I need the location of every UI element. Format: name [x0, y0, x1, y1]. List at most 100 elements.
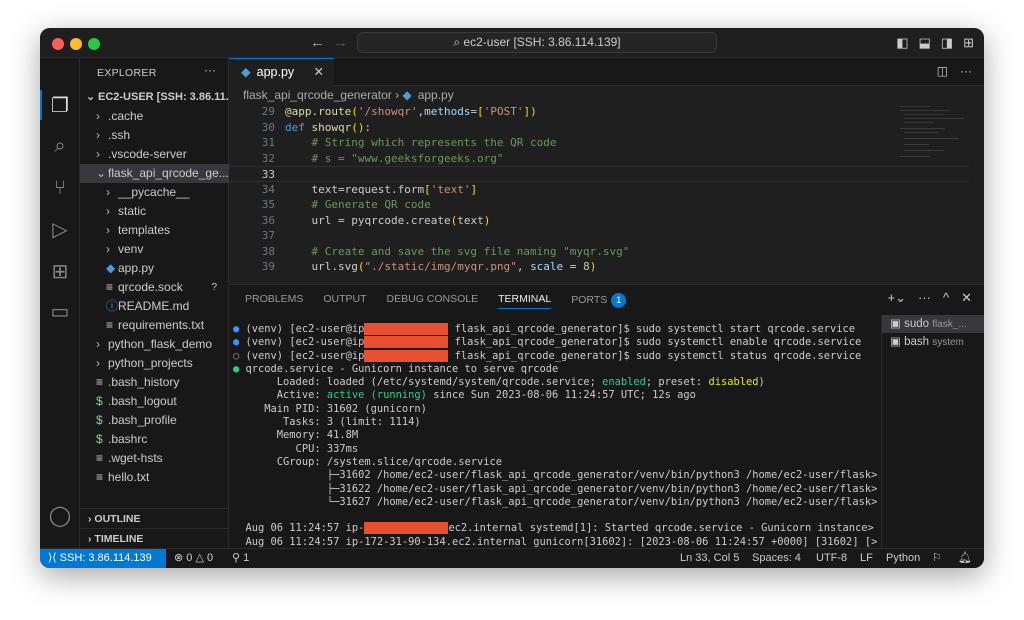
language-mode[interactable]: Python: [886, 549, 920, 568]
run-debug-icon[interactable]: ▷: [48, 218, 72, 242]
code-token: # String which represents the QR code: [285, 136, 557, 149]
tab-problems[interactable]: PROBLEMS: [245, 293, 303, 309]
code-line[interactable]: 36 url = pyqrcode.create(text): [229, 213, 969, 229]
more-actions-icon[interactable]: ···: [204, 63, 216, 77]
tab-app-py[interactable]: ◆ app.py ✕: [229, 58, 334, 86]
code-token: # Generate QR code: [285, 198, 431, 211]
problems-indicator[interactable]: ⊗ 0 △ 0: [174, 549, 213, 568]
terminal-text: ├─31602 /home/ec2-user/flask_api_qrcode_…: [245, 469, 878, 482]
new-terminal-icon[interactable]: +⌄: [888, 290, 906, 306]
cursor-position[interactable]: Ln 33, Col 5: [680, 549, 739, 568]
terminal-text: (venv) [ec2-user@ip: [245, 349, 365, 362]
tree-item[interactable]: › python_projects: [80, 354, 229, 373]
split-editor-icon[interactable]: ◫: [937, 64, 948, 78]
line-content: # s = "www.geeksforgeeks.org": [285, 151, 503, 167]
close-tab-icon[interactable]: ✕: [314, 59, 324, 86]
tree-item-label: venv: [118, 242, 144, 256]
tree-item[interactable]: › .ssh: [80, 126, 229, 145]
terminal-line: Main PID: 31602 (gunicorn): [233, 403, 879, 416]
ports-indicator[interactable]: ⚲ 1: [232, 549, 249, 568]
tree-item[interactable]: $ .bash_profile: [80, 411, 229, 430]
code-line[interactable]: 29 @app.route('/showqr',methods=['POST']): [229, 104, 969, 120]
more-actions-icon[interactable]: ···: [960, 64, 972, 78]
tree-item[interactable]: ≡ hello.txt: [80, 468, 229, 487]
code-line[interactable]: 37: [229, 228, 969, 244]
code-token: ]): [523, 105, 537, 118]
breadcrumb-file[interactable]: app.py: [418, 88, 454, 102]
tree-item[interactable]: ≡ qrcode.sock?: [80, 278, 229, 297]
command-center-search[interactable]: ⌕ ec2-user [SSH: 3.86.114.139]: [357, 32, 717, 53]
chevron-right-icon: ›: [106, 185, 110, 199]
remote-indicator[interactable]: ⟩⟨ SSH: 3.86.114.139: [40, 549, 166, 568]
source-control-icon[interactable]: ⑂: [48, 176, 72, 200]
code-editor[interactable]: 29 @app.route('/showqr',methods=['POST'])…: [229, 104, 969, 275]
tree-item[interactable]: ≡ requirements.txt: [80, 316, 229, 335]
command-status-dot: ●: [233, 323, 240, 335]
code-line[interactable]: 32 # s = "www.geeksforgeeks.org": [229, 151, 969, 167]
tab-debug-console[interactable]: DEBUG CONSOLE: [387, 293, 479, 309]
feedback-icon[interactable]: ⚐: [932, 549, 942, 568]
tab-output[interactable]: OUTPUT: [323, 293, 366, 309]
timeline-section[interactable]: › TIMELINE: [80, 528, 229, 548]
code-line[interactable]: 38 # Create and save the svg file naming…: [229, 244, 969, 260]
accounts-icon[interactable]: ◯: [48, 504, 72, 528]
close-panel-icon[interactable]: ✕: [961, 290, 972, 306]
tree-item[interactable]: ⓘREADME.md: [80, 297, 229, 316]
chevron-right-icon: ›: [106, 223, 110, 237]
text-file-icon: ≡: [96, 375, 104, 389]
tree-item[interactable]: ◆ app.py: [80, 259, 229, 278]
maximize-window-button[interactable]: [88, 38, 100, 50]
file-tree: ⌄ EC2-USER [SSH: 3.86.11... › .cache › .ssh ›…: [80, 88, 229, 487]
back-arrow-icon[interactable]: ←: [310, 34, 325, 51]
code-line[interactable]: 31 # String which represents the QR code: [229, 135, 969, 151]
tree-item[interactable]: › venv: [80, 240, 229, 259]
indentation[interactable]: Spaces: 4: [752, 549, 801, 568]
code-line[interactable]: 39 url.svg("./static/img/myqr.png", scal…: [229, 259, 969, 275]
breadcrumb-folder[interactable]: flask_api_qrcode_generator: [243, 88, 392, 102]
code-line[interactable]: 35 # Generate QR code: [229, 197, 969, 213]
tree-item[interactable]: ⌄ flask_api_qrcode_ge...: [80, 164, 229, 183]
code-line[interactable]: 30 def showqr():: [229, 120, 969, 136]
tree-item[interactable]: $ .bashrc: [80, 430, 229, 449]
forward-arrow-icon[interactable]: →: [333, 34, 348, 51]
minimize-window-button[interactable]: [70, 38, 82, 50]
encoding[interactable]: UTF-8: [816, 549, 847, 568]
terminal-instance[interactable]: ▣ bash system: [882, 333, 984, 351]
code-line[interactable]: 34 text=request.form['text']: [229, 182, 969, 198]
remote-explorer-icon[interactable]: ▭: [48, 300, 72, 324]
terminal-instance[interactable]: ▣ sudo flask_...: [882, 315, 984, 333]
toggle-sidebar-icon[interactable]: ◧: [896, 35, 908, 51]
layout-icon[interactable]: ⊞: [963, 35, 974, 51]
explorer-icon[interactable]: ❐: [48, 94, 72, 118]
close-window-button[interactable]: [52, 38, 64, 50]
tree-item[interactable]: › __pycache__: [80, 183, 229, 202]
tree-item[interactable]: › .cache: [80, 107, 229, 126]
workspace-root[interactable]: ⌄ EC2-USER [SSH: 3.86.11...: [80, 88, 229, 107]
minimap[interactable]: [900, 104, 970, 174]
toggle-secondary-sidebar-icon[interactable]: ◨: [941, 35, 953, 51]
end-of-line[interactable]: LF: [860, 549, 873, 568]
toggle-panel-icon[interactable]: ⬓: [919, 35, 931, 51]
tree-item[interactable]: ≡ .wget-hsts: [80, 449, 229, 468]
terminal-text: ec2.internal systemd[1]: Started qrcode.…: [448, 522, 874, 535]
maximize-panel-icon[interactable]: ^: [943, 290, 949, 306]
tree-item[interactable]: ≡ .bash_history: [80, 373, 229, 392]
tab-terminal[interactable]: TERMINAL: [498, 293, 552, 309]
code-line[interactable]: 33: [229, 166, 969, 182]
tree-item[interactable]: › .vscode-server: [80, 145, 229, 164]
tab-ports[interactable]: PORTS 1: [571, 293, 627, 309]
outline-section[interactable]: › OUTLINE: [80, 508, 229, 528]
notifications-bell-icon[interactable]: 🔔︎: [958, 549, 972, 568]
terminal-highlight: active (running): [326, 389, 427, 402]
more-actions-icon[interactable]: ···: [918, 290, 931, 306]
extensions-icon[interactable]: ⊞: [48, 260, 72, 284]
tree-item[interactable]: $ .bash_logout: [80, 392, 229, 411]
tree-item-label: __pycache__: [118, 185, 190, 199]
code-token: ): [483, 213, 491, 227]
terminal-line: ● (venv) [ec2-user@ip flask_api_qrcode_g…: [233, 336, 879, 349]
tree-item[interactable]: › static: [80, 202, 229, 221]
tree-item[interactable]: › python_flask_demo: [80, 335, 229, 354]
search-icon[interactable]: ⌕: [48, 134, 72, 158]
terminal-output[interactable]: ● (venv) [ec2-user@ip flask_api_qrcode_g…: [233, 323, 879, 549]
tree-item[interactable]: › templates: [80, 221, 229, 240]
